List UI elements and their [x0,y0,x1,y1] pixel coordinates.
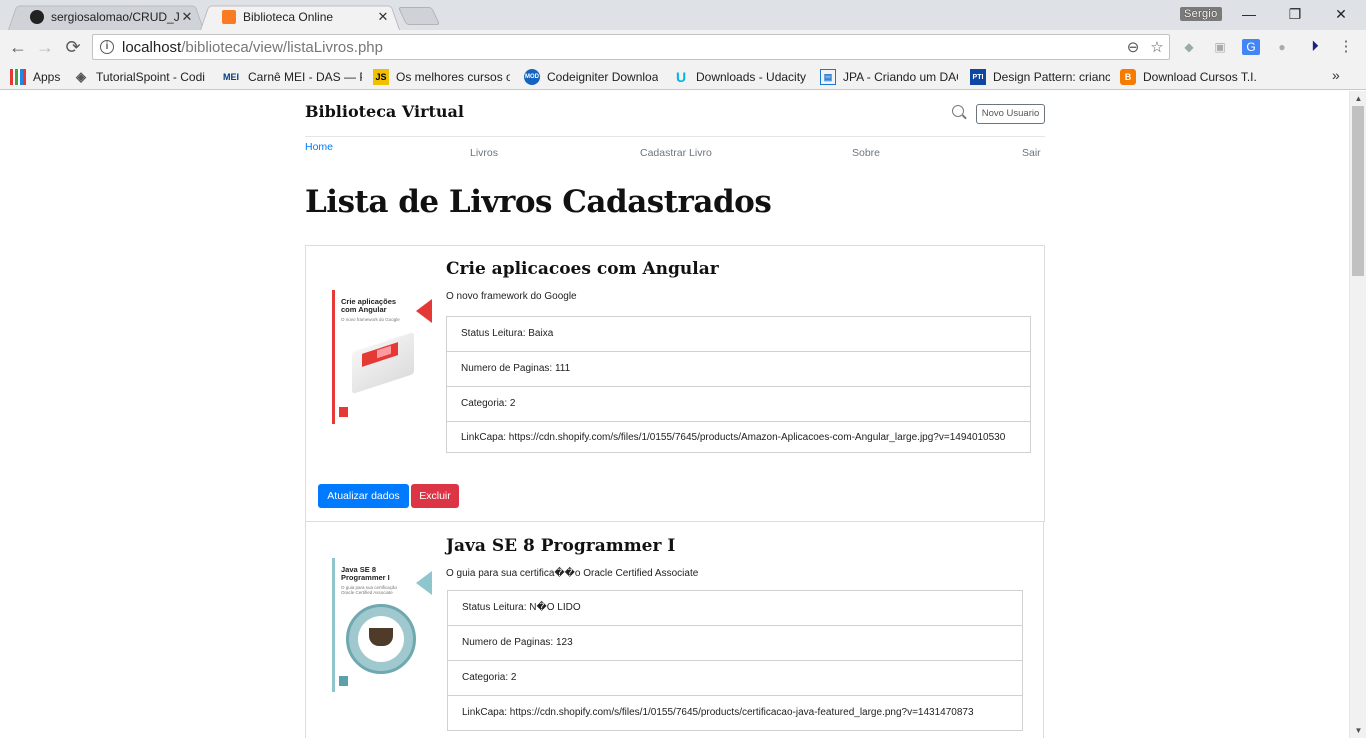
bookmark-apps[interactable]: Apps [10,68,70,86]
site-nav: Home Livros Cadastrar Livro Sobre Sair [305,137,1045,163]
new-user-button[interactable]: Novo Usuario [976,104,1045,124]
new-tab-button[interactable] [397,7,441,25]
udacity-icon: U [675,69,687,85]
book-category: Categoria: 2 [447,387,1030,422]
book-category: Categoria: 2 [448,661,1022,696]
pti-icon: PTI [970,69,986,85]
tutorialspoint-icon: ◈ [76,69,86,84]
book-pages: Numero de Paginas: 111 [447,352,1030,387]
book-status: Status Leitura: N�O LIDO [448,591,1022,626]
nav-home[interactable]: Home [305,141,333,153]
scroll-down-icon[interactable]: ▼ [1350,726,1366,735]
tab-biblioteca[interactable]: Biblioteca Online ✕ [200,3,400,31]
tab-title: Biblioteca Online [243,9,334,24]
bookmark-star-icon[interactable]: ☆ [1145,38,1169,56]
page-scrollbar[interactable]: ▲ ▼ [1349,91,1366,738]
page-viewport: Biblioteca Virtual Novo Usuario Home Liv… [0,91,1349,738]
nav-sair[interactable]: Sair [1022,147,1041,159]
menu-icon[interactable]: ⋮ [1337,39,1355,55]
scroll-up-icon[interactable]: ▲ [1350,94,1366,103]
dropbox-extension-icon[interactable]: ◆ [1180,39,1198,55]
book-status: Status Leitura: Baixa [447,317,1030,352]
restore-button[interactable]: ❐ [1272,4,1318,26]
reload-button[interactable]: ⟳ [61,36,85,58]
bookmark-udacity[interactable]: U Downloads - Udacity [673,68,813,86]
nav-livros[interactable]: Livros [470,147,498,159]
more-bookmarks-button[interactable]: » [1332,67,1340,83]
bookmark-tutorialspoint[interactable]: ◈ TutorialSpoint - Codi [73,68,209,86]
url-text[interactable]: localhost/biblioteca/view/listaLivros.ph… [122,39,1121,56]
book-info-list: Status Leitura: N�O LIDO Numero de Pagin… [447,590,1023,731]
tab-title: sergiosalomao/CRUD_JSP [51,9,180,24]
github-icon [30,9,44,24]
bookmark-mei[interactable]: MEI Carnê MEI - DAS — P [221,68,362,86]
page-container: Biblioteca Virtual Novo Usuario Home Liv… [305,91,1045,738]
address-bar[interactable]: i localhost/biblioteca/view/listaLivros.… [92,34,1170,60]
js-icon: JS [373,69,389,85]
search-icon[interactable] [952,105,964,117]
tab-github[interactable]: sergiosalomao/CRUD_JSP ✕ [8,3,204,31]
update-button[interactable]: Atualizar dados [318,484,409,508]
book-cover-link: LinkCapa: https://cdn.shopify.com/s/file… [461,432,1006,443]
forward-button[interactable]: → [33,36,57,58]
profile-button[interactable]: Sergio [1180,7,1222,21]
browser-toolbar: ← → ⟳ i localhost/biblioteca/view/listaL… [0,30,1366,64]
back-button[interactable]: ← [6,36,30,58]
bookmark-cursos[interactable]: JS Os melhores cursos o [373,68,510,86]
globe-extension-icon[interactable]: ● [1273,39,1291,55]
page-icon: ▤ [820,69,836,85]
book-title: Crie aplicacoes com Angular [446,259,719,279]
mei-icon: MEI [222,72,239,82]
bookmark-codeigniter[interactable]: MOD Codeigniter Downloa [524,68,661,86]
book-cover-image: Crie aplicações com Angular O novo frame… [332,290,432,424]
nav-sobre[interactable]: Sobre [852,147,880,159]
scrollbar-thumb[interactable] [1352,106,1364,276]
book-card: Java SE 8 Programmer I O guia para sua c… [305,521,1044,738]
delete-button[interactable]: Excluir [411,484,459,508]
site-brand[interactable]: Biblioteca Virtual [305,102,464,121]
close-window-button[interactable]: ✕ [1318,4,1364,26]
book-pages: Numero de Paginas: 123 [448,626,1022,661]
xampp-icon [222,9,236,24]
tab-strip: sergiosalomao/CRUD_JSP ✕ Biblioteca Onli… [0,0,1366,31]
book-card: Crie aplicações com Angular O novo frame… [305,245,1045,522]
close-tab-icon[interactable]: ✕ [180,9,194,25]
pdf-extension-icon[interactable]: ▣ [1211,39,1229,55]
book-cover-image: Java SE 8 Programmer I O guia para sua c… [332,558,432,692]
translate-extension-icon[interactable]: G [1242,39,1260,55]
book-title: Java SE 8 Programmer I [446,536,676,556]
play-extension-icon[interactable]: ⏵ [1306,39,1324,55]
codeigniter-icon: MOD [524,69,540,85]
book-cover-link: LinkCapa: https://cdn.shopify.com/s/file… [462,707,974,718]
bookmark-download-cursos[interactable]: B Download Cursos T.I. [1120,68,1262,86]
minimize-button[interactable]: — [1226,4,1272,26]
blogger-icon: B [1120,69,1136,85]
zoom-icon[interactable]: ⊖ [1121,38,1145,56]
book-info-list: Status Leitura: Baixa Numero de Paginas:… [446,316,1031,453]
site-header: Biblioteca Virtual Novo Usuario [305,91,1045,137]
bookmark-design-pattern[interactable]: PTI Design Pattern: crianc [970,68,1110,86]
nav-cadastrar-livro[interactable]: Cadastrar Livro [640,147,712,159]
apps-grid-icon [10,69,26,85]
close-tab-icon[interactable]: ✕ [376,9,390,25]
book-subtitle: O novo framework do Google [446,291,577,302]
bookmarks-bar: Apps ◈ TutorialSpoint - Codi MEI Carnê M… [0,64,1366,90]
site-info-icon[interactable]: i [100,40,114,54]
book-subtitle: O guia para sua certifica��o Oracle Cert… [446,568,699,579]
bookmark-jpa[interactable]: ▤ JPA - Criando um DAO [820,68,958,86]
page-title: Lista de Livros Cadastrados [305,184,772,220]
